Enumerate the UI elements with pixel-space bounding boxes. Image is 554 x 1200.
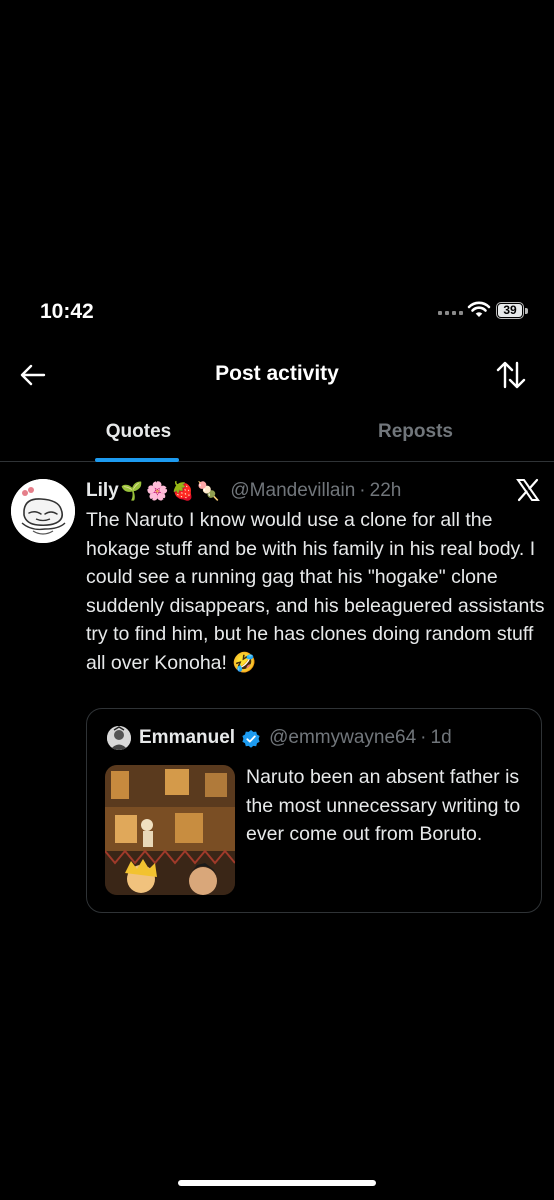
author-emoji: 🌱🌸🍓🍡	[120, 480, 223, 501]
status-bar: 10:42 39	[0, 296, 554, 330]
quoted-author-name: Emmanuel	[139, 727, 236, 748]
header: Post activity	[0, 350, 554, 398]
quoted-meta-separator: ·	[420, 727, 427, 748]
author-name[interactable]: Lily	[86, 480, 119, 502]
sort-button[interactable]	[492, 358, 530, 392]
tab-quotes[interactable]: Quotes	[0, 408, 277, 462]
avatar[interactable]	[11, 479, 75, 543]
sort-arrows-icon	[496, 361, 526, 389]
author-handle[interactable]: @Mandevillain	[230, 480, 355, 502]
avatar-image	[11, 479, 75, 543]
quote-post[interactable]: Lily 🌱🌸🍓🍡 @Mandevillain · 22h The Naruto…	[0, 463, 554, 933]
post-text: The Naruto I know would use a clone for …	[86, 509, 545, 674]
quoted-post-header: Emmanuel @emmywayne64 · 1d	[107, 725, 452, 751]
x-logo-icon	[516, 478, 540, 502]
signal-icon	[438, 311, 463, 315]
tab-bar: Quotes Reposts	[0, 408, 554, 462]
home-indicator[interactable]	[178, 1180, 376, 1186]
meta-separator: ·	[359, 480, 366, 501]
post-time[interactable]: 22h	[370, 480, 402, 502]
quoted-post-text: Naruto been an absent father is the most…	[246, 766, 521, 845]
verified-badge-icon	[242, 730, 260, 748]
post-header: Lily 🌱🌸🍓🍡 @Mandevillain · 22h	[86, 477, 401, 505]
battery-level: 39	[498, 304, 522, 317]
quoted-avatar	[107, 726, 131, 750]
battery-icon: 39	[496, 302, 524, 319]
quoted-author-handle: @emmywayne64	[269, 727, 417, 748]
status-time: 10:42	[40, 300, 94, 323]
tab-reposts[interactable]: Reposts	[277, 408, 554, 462]
battery-nub	[525, 308, 528, 314]
active-tab-indicator	[95, 458, 179, 462]
quoted-post-time: 1d	[430, 727, 452, 748]
page-title: Post activity	[215, 362, 339, 385]
quoted-post-image[interactable]	[105, 765, 235, 895]
quoted-post[interactable]: Emmanuel @emmywayne64 · 1d Naruto been a…	[86, 708, 542, 913]
wifi-icon	[467, 301, 491, 317]
